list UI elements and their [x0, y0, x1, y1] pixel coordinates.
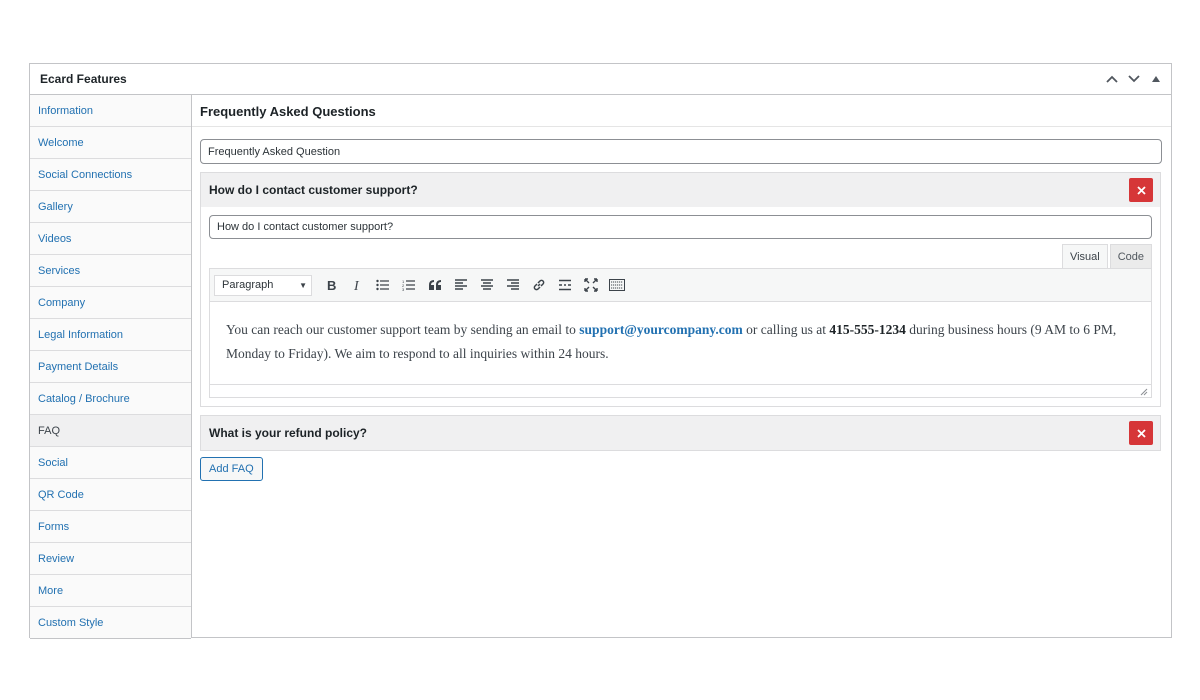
- svg-text:B: B: [327, 278, 336, 292]
- sidebar-item-label: Services: [38, 264, 81, 277]
- sidebar-item-label: Social: [38, 456, 68, 469]
- sidebar-item-label: Legal Information: [38, 328, 123, 341]
- bold-icon[interactable]: B: [318, 273, 344, 297]
- svg-text:I: I: [353, 279, 360, 292]
- blockquote-icon[interactable]: [422, 273, 448, 297]
- faq-item: How do I contact customer support? Visua…: [200, 172, 1161, 407]
- ecard-features-panel: Ecard Features Information Welcome Socia…: [29, 63, 1172, 639]
- delete-faq-button[interactable]: [1129, 178, 1153, 202]
- sidebar-item-review[interactable]: Review: [30, 543, 191, 575]
- close-icon: [1136, 185, 1146, 195]
- move-down-icon[interactable]: [1123, 68, 1145, 90]
- sidebar-item-faq[interactable]: FAQ: [30, 415, 191, 447]
- svg-text:3: 3: [402, 287, 405, 291]
- sidebar-item-forms[interactable]: Forms: [30, 511, 191, 543]
- editor-mode-tabs: Visual Code: [209, 244, 1152, 268]
- sidebar-item-videos[interactable]: Videos: [30, 223, 191, 255]
- sidebar-item-more[interactable]: More: [30, 575, 191, 607]
- italic-icon[interactable]: I: [344, 273, 370, 297]
- faq-content: Frequently Asked Questions How do I cont…: [192, 95, 1171, 638]
- format-select[interactable]: Paragraph ▼: [214, 274, 312, 296]
- faq-item-title: How do I contact customer support?: [209, 183, 418, 197]
- sidebar-item-label: QR Code: [38, 488, 84, 501]
- sidebar-item-welcome[interactable]: Welcome: [30, 127, 191, 159]
- answer-email-link[interactable]: support@yourcompany.com: [579, 322, 742, 337]
- sidebar-item-social-connections[interactable]: Social Connections: [30, 159, 191, 191]
- panel-header: Ecard Features: [30, 64, 1171, 95]
- sidebar-item-label: FAQ: [38, 424, 61, 437]
- delete-faq-button[interactable]: [1129, 421, 1153, 445]
- sidebar-item-label: Catalog / Brochure: [38, 392, 130, 405]
- align-left-icon[interactable]: [448, 273, 474, 297]
- panel-body: Information Welcome Social Connections G…: [30, 95, 1171, 639]
- sidebar-item-services[interactable]: Services: [30, 255, 191, 287]
- sidebar-item-label: Custom Style: [38, 616, 104, 629]
- sidebar-item-label: Social Connections: [38, 168, 133, 181]
- faq-heading-input[interactable]: [200, 139, 1162, 164]
- sidebar-item-information[interactable]: Information: [30, 95, 191, 127]
- panel-header-controls: [1101, 68, 1167, 90]
- chevron-down-icon: ▼: [299, 280, 307, 290]
- add-faq-button[interactable]: Add FAQ: [200, 457, 263, 481]
- tab-code[interactable]: Code: [1109, 244, 1152, 268]
- move-up-icon[interactable]: [1101, 68, 1123, 90]
- sidebar-item-label: More: [38, 584, 64, 597]
- link-icon[interactable]: [526, 273, 552, 297]
- sidebar-item-custom-style[interactable]: Custom Style: [30, 607, 191, 639]
- sidebar-item-social[interactable]: Social: [30, 447, 191, 479]
- editor-toolbar: Paragraph ▼ B I 1 2 3: [210, 269, 1151, 302]
- sidebar-item-gallery[interactable]: Gallery: [30, 191, 191, 223]
- sidebar-item-payment-details[interactable]: Payment Details: [30, 351, 191, 383]
- read-more-icon[interactable]: [552, 273, 578, 297]
- editor-status-bar: [210, 384, 1151, 397]
- faq-item: What is your refund policy?: [200, 415, 1161, 451]
- format-select-value: Paragraph: [222, 279, 274, 291]
- sidebar-item-legal-information[interactable]: Legal Information: [30, 319, 191, 351]
- bulleted-list-icon[interactable]: [370, 273, 396, 297]
- numbered-list-icon[interactable]: 123: [396, 273, 422, 297]
- align-right-icon[interactable]: [500, 273, 526, 297]
- sidebar-item-label: Videos: [38, 232, 72, 245]
- sidebar-item-label: Payment Details: [38, 360, 119, 373]
- faq-question-input[interactable]: [209, 215, 1152, 239]
- fullscreen-icon[interactable]: [578, 273, 604, 297]
- answer-text: You can reach our customer support team …: [226, 322, 580, 337]
- resize-handle-icon[interactable]: [1140, 388, 1148, 396]
- faq-item-body: Visual Code Paragraph ▼ B: [201, 207, 1160, 406]
- feature-tabs: Information Welcome Social Connections G…: [30, 95, 192, 639]
- tab-visual[interactable]: Visual: [1061, 244, 1108, 268]
- answer-text: or calling us at: [742, 322, 830, 337]
- sidebar-item-qr-code[interactable]: QR Code: [30, 479, 191, 511]
- editor-content-area[interactable]: You can reach our customer support team …: [210, 302, 1151, 384]
- close-icon: [1136, 428, 1146, 438]
- faq-answer-editor: Paragraph ▼ B I 1 2 3 You can reach our …: [209, 268, 1152, 398]
- faq-item-header[interactable]: What is your refund policy?: [201, 416, 1160, 450]
- sidebar-item-label: Forms: [38, 520, 70, 533]
- answer-phone: 415-555-1234: [829, 322, 906, 337]
- sidebar-item-label: Company: [38, 296, 86, 309]
- faq-item-title: What is your refund policy?: [209, 426, 368, 440]
- sidebar-item-label: Welcome: [38, 136, 84, 149]
- sidebar-item-label: Review: [38, 552, 75, 565]
- sidebar-item-label: Gallery: [38, 200, 73, 213]
- sidebar-item-company[interactable]: Company: [30, 287, 191, 319]
- sidebar-item-catalog-brochure[interactable]: Catalog / Brochure: [30, 383, 191, 415]
- panel-title: Ecard Features: [40, 72, 127, 86]
- section-title: Frequently Asked Questions: [192, 95, 1171, 127]
- keyboard-toolbar-toggle-icon[interactable]: [604, 273, 630, 297]
- faq-item-header[interactable]: How do I contact customer support?: [201, 173, 1160, 207]
- align-center-icon[interactable]: [474, 273, 500, 297]
- collapse-toggle-icon[interactable]: [1145, 68, 1167, 90]
- sidebar-item-label: Information: [38, 104, 94, 117]
